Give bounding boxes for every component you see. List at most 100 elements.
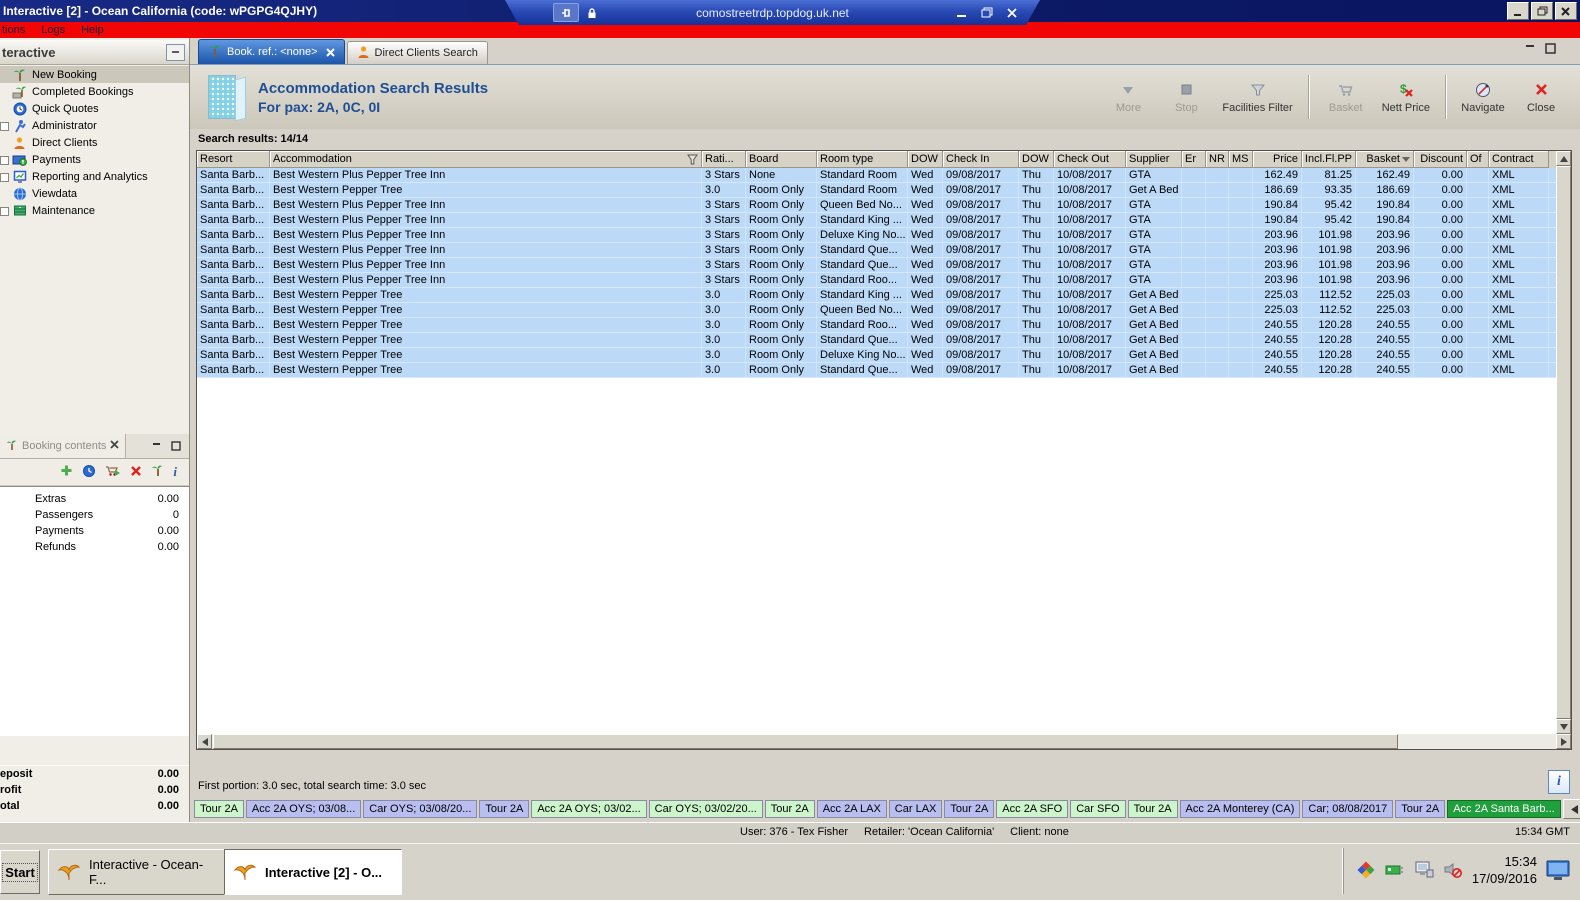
column-header-dow[interactable]: DOW bbox=[908, 151, 943, 168]
close-panel-icon[interactable] bbox=[110, 440, 120, 452]
tab-close-icon[interactable] bbox=[325, 47, 335, 57]
column-header-supplier[interactable]: Supplier bbox=[1126, 151, 1182, 168]
scroll-right-button[interactable] bbox=[1556, 734, 1571, 749]
sidebar-item-reporting-and-analytics[interactable]: Reporting and Analytics bbox=[0, 168, 189, 185]
panel-area-maximize-button[interactable] bbox=[1543, 42, 1558, 55]
scroll-up-button[interactable] bbox=[1556, 151, 1571, 166]
column-header-er[interactable]: Er bbox=[1182, 151, 1206, 168]
sidebar-item-administrator[interactable]: Administrator bbox=[0, 117, 189, 134]
scroll-down-button[interactable] bbox=[1556, 719, 1571, 734]
column-header-board[interactable]: Board bbox=[746, 151, 817, 168]
column-header-check-in[interactable]: Check In bbox=[943, 151, 1019, 168]
panel-minimize-button[interactable] bbox=[149, 440, 164, 453]
table-row[interactable]: Santa Barb... Best Western Pepper Tree 3.0… bbox=[197, 348, 1556, 363]
horizontal-scrollbar[interactable] bbox=[197, 734, 1571, 749]
itinerary-tab-car-oys-03-02-20[interactable]: Car OYS; 03/02/20... bbox=[648, 800, 763, 818]
sidebar-item-viewdata[interactable]: Viewdata bbox=[0, 185, 189, 202]
start-button[interactable]: Start bbox=[0, 850, 40, 894]
column-header-ms[interactable]: MS bbox=[1229, 151, 1253, 168]
toolbar-button-close[interactable]: Close bbox=[1512, 72, 1570, 122]
table-row[interactable]: Santa Barb... Best Western Plus Pepper Tr… bbox=[197, 198, 1556, 213]
itinerary-tab-acc-2a-lax[interactable]: Acc 2A LAX bbox=[816, 800, 887, 818]
column-header-nr[interactable]: NR bbox=[1206, 151, 1229, 168]
table-row[interactable]: Santa Barb... Best Western Plus Pepper Tr… bbox=[197, 273, 1556, 288]
network-card-tray-icon[interactable] bbox=[1385, 862, 1405, 881]
filter-funnel-icon[interactable] bbox=[687, 154, 698, 165]
itinerary-scroll-left-button[interactable] bbox=[1562, 799, 1580, 819]
computer-tray-icon[interactable] bbox=[1414, 861, 1434, 882]
table-row[interactable]: Santa Barb... Best Western Plus Pepper Tr… bbox=[197, 243, 1556, 258]
scroll-left-button[interactable] bbox=[197, 734, 212, 749]
itinerary-tab-car-lax[interactable]: Car LAX bbox=[888, 800, 943, 818]
rdp-minimize-button[interactable] bbox=[957, 8, 967, 18]
table-row[interactable]: Santa Barb... Best Western Plus Pepper Tr… bbox=[197, 213, 1556, 228]
table-row[interactable]: Santa Barb... Best Western Pepper Tree 3.0… bbox=[197, 318, 1556, 333]
itinerary-tab-tour-2a[interactable]: Tour 2A bbox=[1127, 800, 1178, 818]
table-row[interactable]: Santa Barb... Best Western Pepper Tree 3.0… bbox=[197, 288, 1556, 303]
column-header-resort[interactable]: Resort bbox=[197, 151, 270, 168]
sidebar-item-payments[interactable]: Payments bbox=[0, 151, 189, 168]
display-tray-icon[interactable] bbox=[1546, 859, 1572, 884]
rdp-close-button[interactable] bbox=[1007, 8, 1018, 18]
column-header-rati[interactable]: Rati... bbox=[702, 151, 746, 168]
expand-box-icon[interactable] bbox=[0, 156, 9, 165]
itinerary-tab-car-oys-03-08-20[interactable]: Car OYS; 03/08/20... bbox=[363, 800, 478, 818]
sidebar-item-new-booking[interactable]: New Booking bbox=[0, 66, 189, 83]
table-row[interactable]: Santa Barb... Best Western Pepper Tree 3.0… bbox=[197, 363, 1556, 378]
column-header-contract[interactable]: Contract bbox=[1489, 151, 1549, 168]
expand-box-icon[interactable] bbox=[0, 207, 9, 216]
panel-area-minimize-button[interactable] bbox=[1522, 42, 1537, 55]
itinerary-tab-tour-2a[interactable]: Tour 2A bbox=[764, 800, 815, 818]
column-header-room-type[interactable]: Room type bbox=[817, 151, 908, 168]
column-header-check-out[interactable]: Check Out bbox=[1054, 151, 1126, 168]
toolbar-button-navigate[interactable]: Navigate bbox=[1454, 72, 1512, 122]
taskbar-button-interactive-ocean-f[interactable]: Interactive - Ocean-F... bbox=[48, 849, 226, 895]
quote-clock-icon[interactable] bbox=[82, 464, 96, 481]
add-item-icon[interactable] bbox=[60, 464, 73, 480]
muted-speaker-tray-icon[interactable] bbox=[1443, 861, 1463, 882]
itinerary-tab-tour-2a[interactable]: Tour 2A bbox=[479, 800, 530, 818]
toolbar-button-nett-price[interactable]: $ Nett Price bbox=[1375, 72, 1437, 122]
info-button[interactable]: i bbox=[1548, 770, 1570, 794]
menu-item-tions[interactable]: tions bbox=[2, 24, 25, 36]
restore-button[interactable] bbox=[1531, 2, 1553, 20]
tab-book-ref-none[interactable]: Book. ref.: <none> bbox=[198, 39, 345, 64]
taskbar-button-interactive-2-o[interactable]: Interactive [2] - O... bbox=[224, 849, 402, 895]
itinerary-tab-tour-2a[interactable]: Tour 2A bbox=[944, 800, 995, 818]
itinerary-tab-acc-2a-oys-03-08[interactable]: Acc 2A OYS; 03/08... bbox=[245, 800, 362, 818]
collapse-sidebar-button[interactable] bbox=[166, 43, 185, 61]
itinerary-tab-tour-2a[interactable]: Tour 2A bbox=[1395, 800, 1446, 818]
table-row[interactable]: Santa Barb... Best Western Pepper Tree 3.0… bbox=[197, 333, 1556, 348]
antivirus-tray-icon[interactable] bbox=[1356, 860, 1376, 883]
column-header-discount[interactable]: Discount bbox=[1414, 151, 1467, 168]
table-row[interactable]: Santa Barb... Best Western Plus Pepper Tr… bbox=[197, 168, 1556, 183]
itinerary-tab-car-sfo[interactable]: Car SFO bbox=[1070, 800, 1126, 818]
basket-transfer-icon[interactable] bbox=[105, 464, 121, 481]
expand-box-icon[interactable] bbox=[0, 173, 9, 182]
vertical-scrollbar[interactable] bbox=[1556, 151, 1571, 734]
column-header-dow[interactable]: DOW bbox=[1019, 151, 1054, 168]
minimize-button[interactable] bbox=[1507, 2, 1529, 20]
close-button[interactable] bbox=[1555, 2, 1577, 20]
column-header-accommodation[interactable]: Accommodation bbox=[270, 151, 702, 168]
info-icon[interactable]: i bbox=[173, 464, 177, 480]
table-row[interactable]: Santa Barb... Best Western Plus Pepper Tr… bbox=[197, 258, 1556, 273]
column-header-basket[interactable]: Basket bbox=[1356, 151, 1414, 168]
sidebar-item-completed-bookings[interactable]: Completed Bookings bbox=[0, 83, 189, 100]
column-header-of[interactable]: Of bbox=[1467, 151, 1489, 168]
tab-direct-clients-search[interactable]: Direct Clients Search bbox=[346, 41, 488, 64]
booking-contents-tab[interactable]: Booking contents bbox=[0, 434, 127, 458]
delete-icon[interactable] bbox=[130, 465, 142, 480]
palm-tree-icon[interactable] bbox=[151, 464, 164, 480]
sidebar-item-maintenance[interactable]: Maintenance bbox=[0, 202, 189, 219]
itinerary-tab-acc-2a-oys-03-02[interactable]: Acc 2A OYS; 03/02... bbox=[531, 800, 647, 818]
column-header-incl-fl-pp[interactable]: Incl.Fl.PP bbox=[1302, 151, 1356, 168]
itinerary-tab-tour-2a[interactable]: Tour 2A bbox=[194, 800, 244, 818]
table-row[interactable]: Santa Barb... Best Western Plus Pepper Tr… bbox=[197, 228, 1556, 243]
table-row[interactable]: Santa Barb... Best Western Pepper Tree 3.0… bbox=[197, 303, 1556, 318]
sidebar-item-direct-clients[interactable]: Direct Clients bbox=[0, 134, 189, 151]
itinerary-tab-acc-2a-monterey-ca[interactable]: Acc 2A Monterey (CA) bbox=[1179, 800, 1301, 818]
panel-maximize-button[interactable] bbox=[168, 440, 183, 453]
itinerary-tab-acc-2a-santa-barb[interactable]: Acc 2A Santa Barb... bbox=[1447, 800, 1561, 818]
rdp-restore-button[interactable] bbox=[981, 7, 993, 18]
